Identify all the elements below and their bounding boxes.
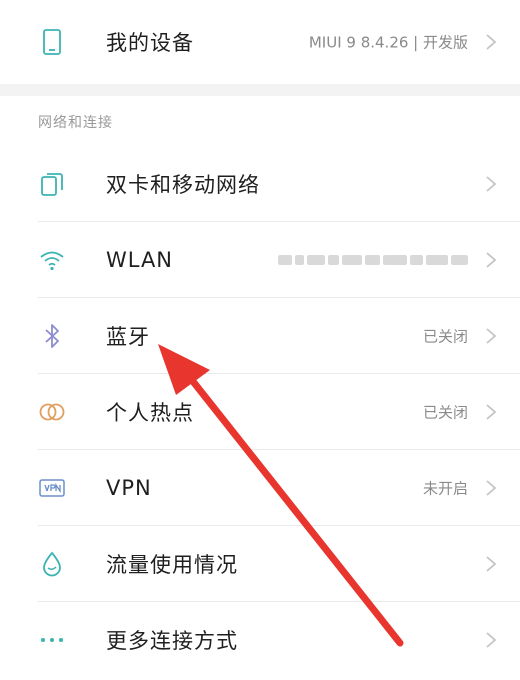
chevron-right-icon: [484, 478, 498, 498]
hotspot-icon: [38, 398, 66, 426]
chevron-right-icon: [484, 174, 498, 194]
phone-icon: [38, 28, 66, 56]
more-dots-icon: [38, 626, 66, 654]
miui-version-value: MIUI 9 8.4.26 | 开发版: [308, 33, 468, 52]
settings-item-bluetooth[interactable]: 蓝牙 已关闭: [0, 298, 520, 374]
settings-item-data-usage[interactable]: 流量使用情况: [0, 526, 520, 602]
section-header-network: 网络和连接: [38, 115, 113, 131]
my-device-label: 我的设备: [106, 31, 194, 55]
wifi-icon: [38, 246, 66, 274]
settings-item-hotspot[interactable]: 个人热点 已关闭: [0, 374, 520, 450]
settings-item-label: VPN: [106, 476, 152, 500]
section-gap: [0, 84, 520, 96]
settings-item-label: 蓝牙: [106, 325, 150, 349]
wlan-network-name-blurred: [278, 251, 468, 269]
chevron-right-icon: [484, 250, 498, 270]
settings-item-label: 个人热点: [106, 401, 194, 425]
vpn-icon: [38, 474, 66, 502]
chevron-right-icon: [484, 554, 498, 574]
settings-item-status: 已关闭: [422, 327, 468, 346]
my-device-row[interactable]: 我的设备 MIUI 9 8.4.26 | 开发版: [0, 4, 520, 80]
water-drop-icon: [38, 550, 66, 578]
settings-item-label: 双卡和移动网络: [106, 173, 260, 197]
bluetooth-icon: [38, 322, 66, 350]
settings-item-wlan[interactable]: WLAN: [0, 222, 520, 298]
chevron-right-icon: [484, 402, 498, 422]
settings-item-dual-sim[interactable]: 双卡和移动网络: [0, 146, 520, 222]
chevron-right-icon: [484, 32, 498, 52]
settings-item-more[interactable]: 更多连接方式: [0, 602, 520, 678]
settings-item-label: 更多连接方式: [106, 629, 238, 653]
sim-cards-icon: [38, 170, 66, 198]
settings-item-label: WLAN: [106, 248, 174, 272]
settings-item-status: 未开启: [422, 479, 468, 498]
settings-item-status: 已关闭: [422, 403, 468, 422]
chevron-right-icon: [484, 630, 498, 650]
settings-item-label: 流量使用情况: [106, 553, 238, 577]
chevron-right-icon: [484, 326, 498, 346]
settings-item-vpn[interactable]: VPN 未开启: [0, 450, 520, 526]
